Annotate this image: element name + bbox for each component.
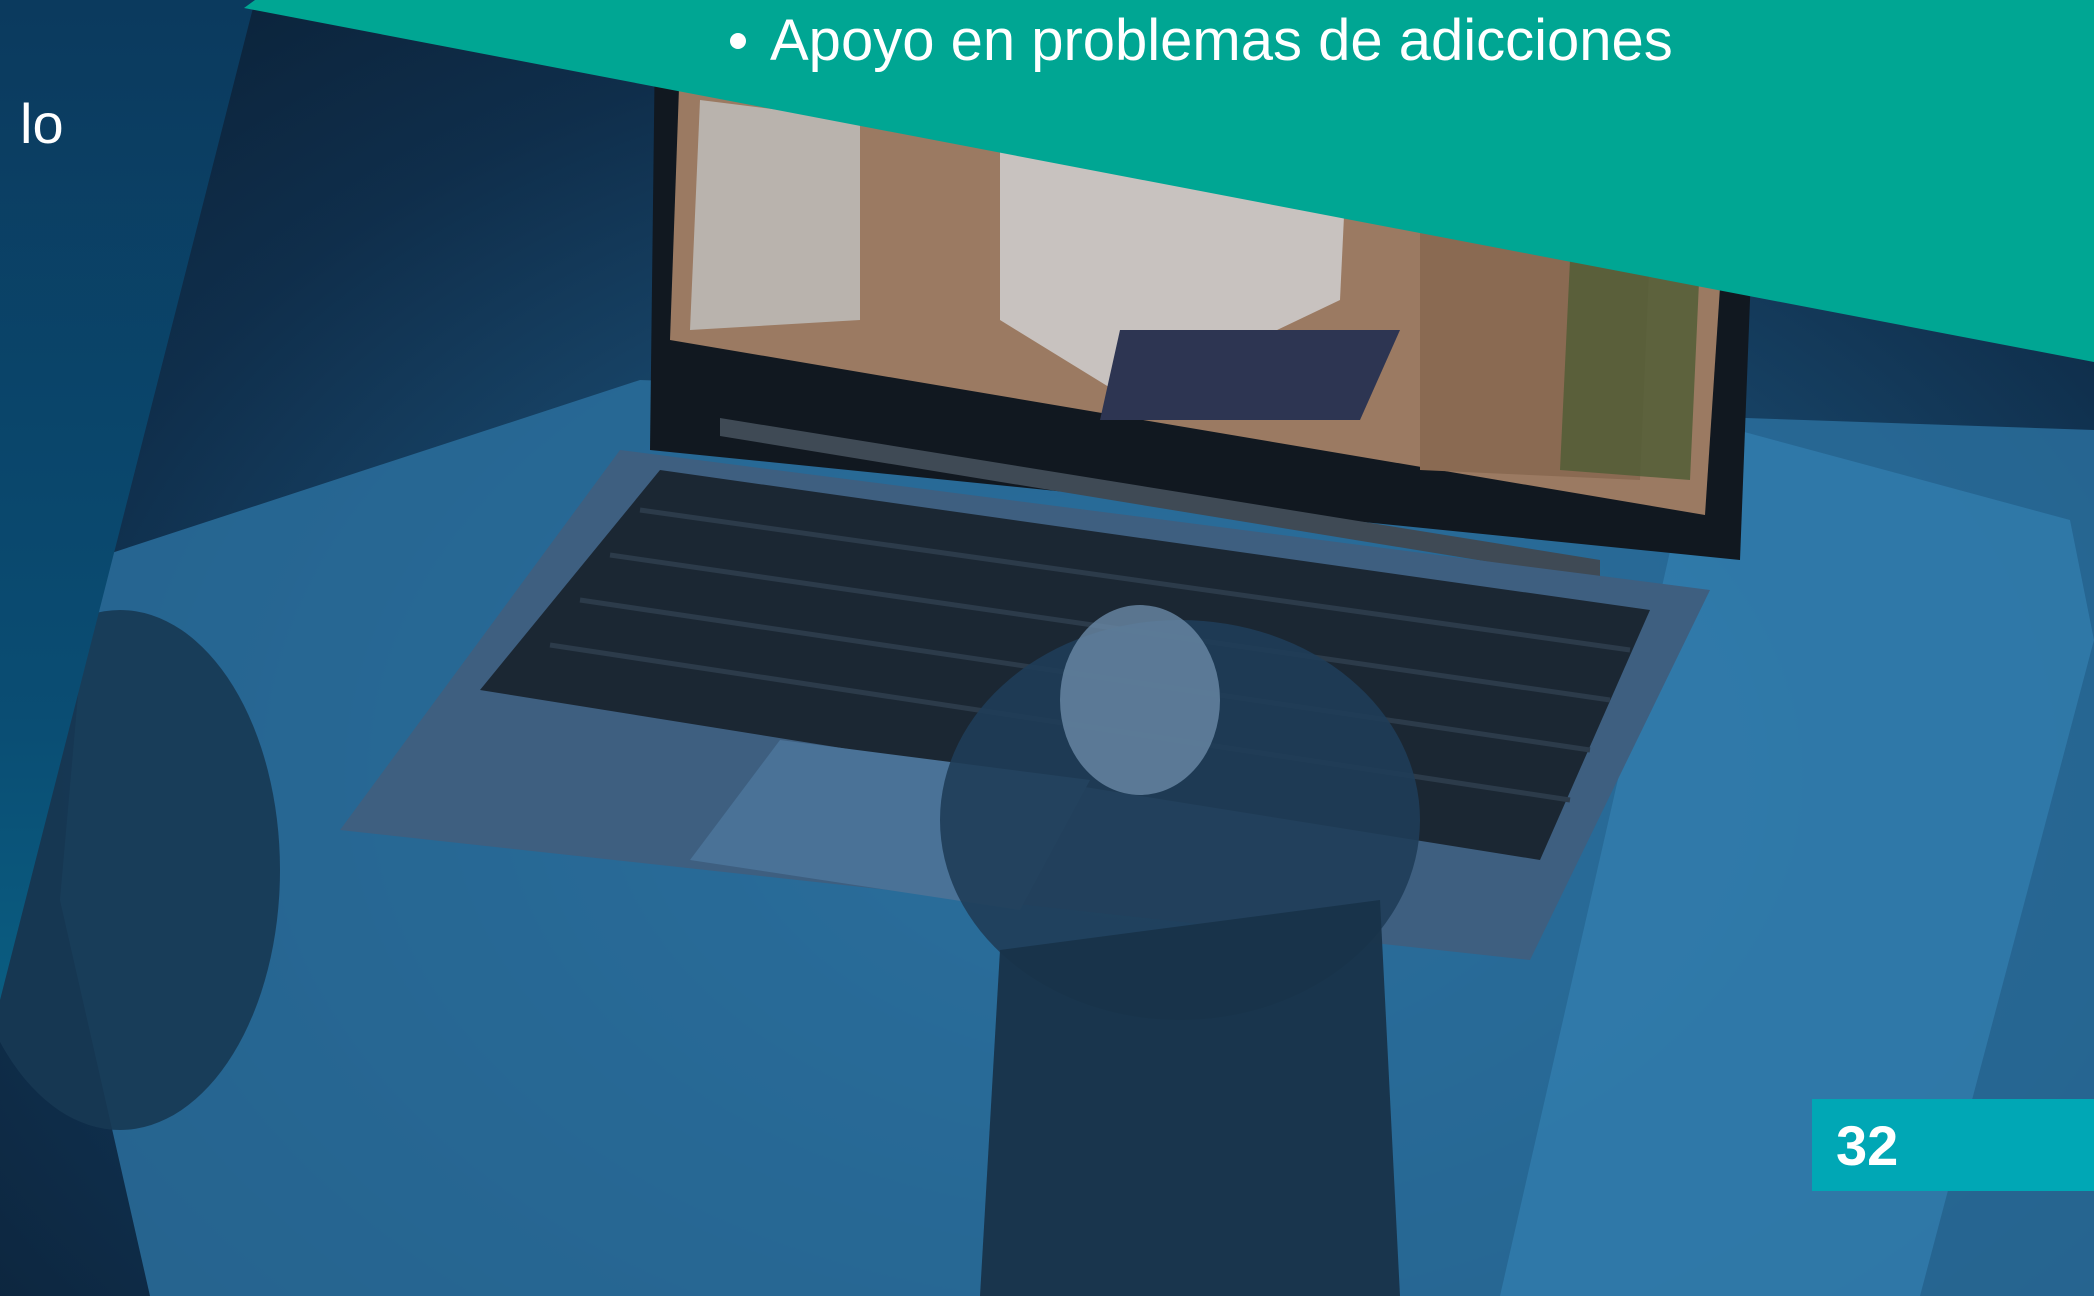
arm-shape <box>980 900 1400 1296</box>
finger-highlight <box>1060 605 1220 795</box>
page-number-box: 32 <box>1812 1099 2094 1191</box>
banner-bullet-text: Apoyo en problemas de adicciones <box>770 8 1673 73</box>
banner-bullet-item: Apoyo en problemas de adicciones <box>730 6 1673 76</box>
page-number: 32 <box>1836 1113 1899 1177</box>
screen-clipboard <box>1100 330 1400 420</box>
screen-plant <box>1560 260 1700 480</box>
screen-armchair <box>690 100 860 330</box>
bullet-dot-icon <box>730 32 746 49</box>
left-column-text-fragment: lo <box>20 92 64 155</box>
